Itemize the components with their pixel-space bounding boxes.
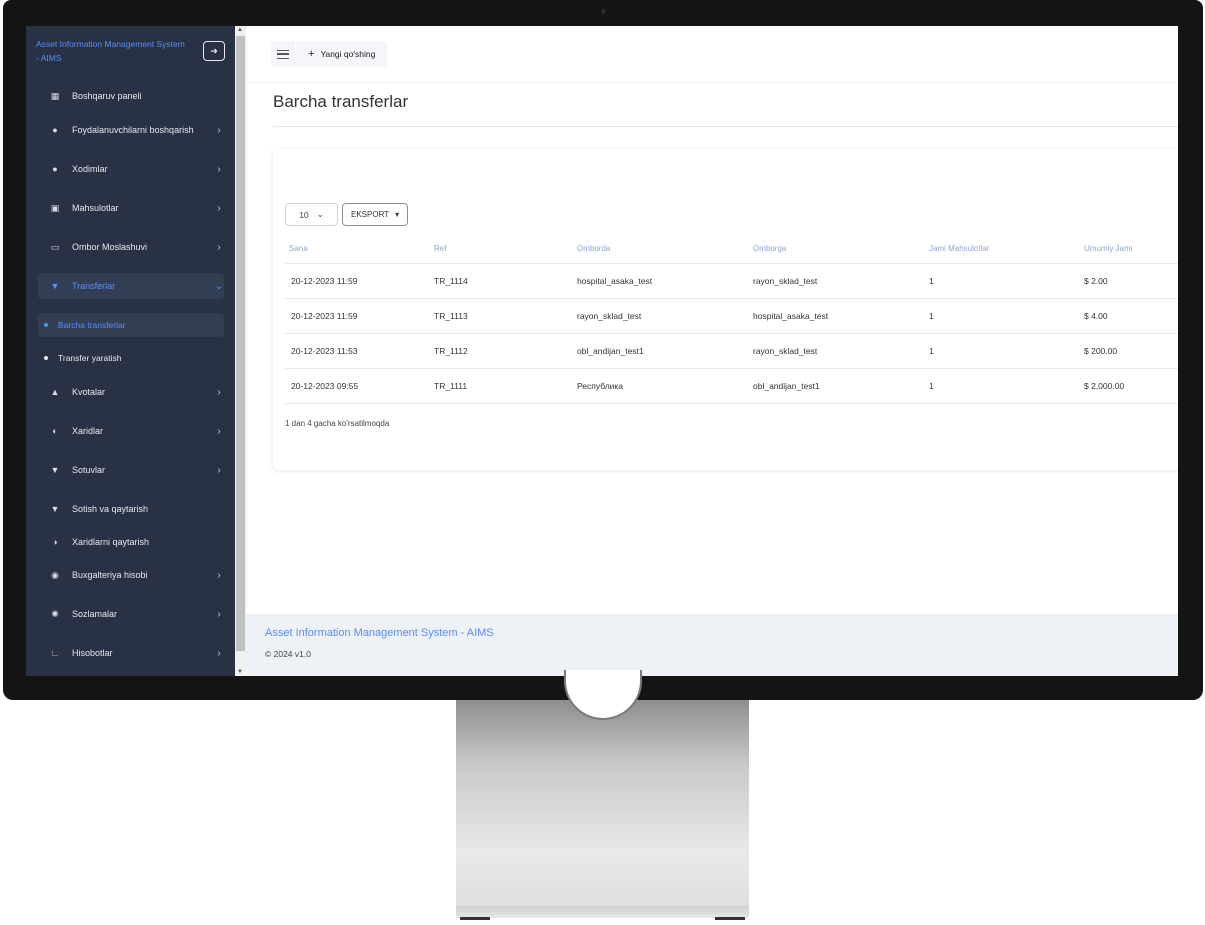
monitor-stand — [456, 670, 749, 920]
add-new-button[interactable]: + Yangi qo'shing — [296, 41, 388, 67]
table-info: 1 dan 4 gacha ko'rsatilmoqda — [285, 419, 390, 428]
chevron-right-icon: › — [217, 608, 221, 620]
footer-title: Asset Information Management System - AI… — [265, 627, 494, 639]
user-icon: ● — [52, 125, 58, 135]
sidebar-item-quotas[interactable]: ▲ Kvotalar › — [38, 379, 224, 405]
table-row[interactable]: 20-12-2023 11:59 TR_1113 rayon_sklad_tes… — [285, 299, 1178, 334]
sidebar-subitem-create-transfer[interactable]: Transfer yaratish — [38, 346, 224, 370]
bullet-icon — [44, 323, 48, 327]
footer: Asset Information Management System - AI… — [246, 614, 1178, 676]
logout-button[interactable]: ➜ — [203, 41, 225, 61]
sidebar-scrollbar[interactable]: ▲ ▼ — [235, 26, 246, 676]
transfer-icon: ▼ — [50, 281, 60, 291]
sidebar-subitem-all-transfers[interactable]: Barcha transferlar — [38, 313, 224, 337]
users-icon: ● — [52, 164, 58, 174]
table-header: Sana Ref Omborda Omborga Jami Mahsulotla… — [285, 234, 1178, 264]
camera-dot — [601, 9, 606, 14]
sidebar-item-sales[interactable]: ▼ Sotuvlar › — [38, 457, 224, 483]
sidebar-item-products[interactable]: ▣ Mahsulotlar › — [38, 195, 224, 221]
topbar: + Yangi qo'shing — [246, 26, 1178, 83]
warehouse-icon: ▭ — [50, 241, 60, 252]
stand-foot — [460, 917, 490, 920]
caret-down-icon: ▾ — [395, 210, 400, 219]
table-row[interactable]: 20-12-2023 11:59 TR_1114 hospital_asaka_… — [285, 264, 1178, 299]
divider — [273, 126, 1178, 127]
chevron-right-icon: › — [217, 464, 221, 476]
menu-toggle-button[interactable] — [271, 41, 295, 67]
scroll-up-icon[interactable]: ▲ — [237, 27, 243, 33]
sidebar-item-user-management[interactable]: ● Foydalanuvchilarni boshqarish › — [38, 117, 224, 143]
transfers-card: 10 ⌄ EKSPORT ▾ Sana Ref Omborda Omborga … — [273, 149, 1178, 470]
stand-foot — [715, 917, 745, 920]
page-size-select[interactable]: 10 ⌄ — [285, 203, 338, 226]
chevron-down-icon: ⌄ — [214, 280, 224, 292]
sidebar-item-warehouse-adjustment[interactable]: ▭ Ombor Moslashuvi › — [38, 234, 224, 260]
hamburger-icon — [277, 49, 289, 59]
chevron-right-icon: › — [217, 386, 221, 398]
column-header-from-warehouse[interactable]: Omborda — [571, 244, 747, 253]
quota-icon: ▲ — [50, 387, 60, 397]
screen: Asset Information Management System - AI… — [26, 26, 1178, 676]
sales-icon: ▼ — [50, 465, 60, 475]
dashboard-icon: ▦ — [50, 90, 60, 101]
purchase-return-icon: ◑ — [52, 537, 58, 547]
footer-version: © 2024 v1.0 — [265, 649, 311, 659]
sidebar-item-transfers[interactable]: ▼ Transferlar ⌄ — [38, 273, 224, 299]
sidebar-item-sales-returns[interactable]: ▼ Sotish va qaytarish — [38, 496, 224, 522]
chevron-right-icon: › — [217, 163, 221, 175]
box-icon: ▣ — [50, 202, 60, 213]
column-header-grand-total[interactable]: Umumiy Jami — [1078, 244, 1178, 253]
scroll-down-icon[interactable]: ▼ — [237, 669, 243, 675]
transfers-table: Sana Ref Omborda Omborga Jami Mahsulotla… — [285, 234, 1178, 404]
table-row[interactable]: 20-12-2023 09:55 TR_1111 Республика obl_… — [285, 369, 1178, 404]
page-title: Barcha transferlar — [273, 92, 409, 111]
stand-hole — [564, 670, 642, 720]
sidebar-item-employees[interactable]: ● Xodimlar › — [38, 156, 224, 182]
purchase-icon: ◐ — [52, 426, 58, 436]
bullet-icon — [44, 356, 48, 360]
sidebar-item-settings[interactable]: ✺ Sozlamalar › — [38, 601, 224, 627]
logout-icon: ➜ — [210, 45, 218, 56]
sidebar-item-accounting[interactable]: ◉ Buxgalteriya hisobi › — [38, 562, 224, 588]
monitor-frame: Asset Information Management System - AI… — [3, 0, 1203, 700]
chevron-right-icon: › — [217, 124, 221, 136]
sidebar-item-purchases[interactable]: ◐ Xaridlar › — [38, 418, 224, 444]
chevron-right-icon: › — [217, 569, 221, 581]
table-row[interactable]: 20-12-2023 11:53 TR_1112 obl_andijan_tes… — [285, 334, 1178, 369]
column-header-ref[interactable]: Ref — [428, 244, 571, 253]
sidebar-item-purchase-returns[interactable]: ◑ Xaridlarni qaytarish — [38, 529, 224, 555]
chevron-right-icon: › — [217, 202, 221, 214]
column-header-total-products[interactable]: Jami Mahsulotlar — [923, 244, 1078, 253]
table-controls: 10 ⌄ EKSPORT ▾ — [285, 203, 409, 226]
sidebar-item-dashboard[interactable]: ▦ Boshqaruv paneli — [38, 83, 224, 109]
chevron-down-icon: ⌄ — [316, 209, 324, 219]
sidebar: Asset Information Management System - AI… — [26, 26, 235, 676]
stand-base — [456, 906, 749, 918]
sidebar-item-reports[interactable]: ∟ Hisobotlar › — [38, 640, 224, 666]
reports-icon: ∟ — [50, 648, 60, 658]
column-header-date[interactable]: Sana — [285, 244, 428, 253]
main-content: + Yangi qo'shing Barcha transferlar 10 ⌄… — [246, 26, 1178, 676]
export-button[interactable]: EKSPORT ▾ — [342, 203, 409, 226]
plus-icon: + — [308, 48, 315, 60]
brand-title[interactable]: Asset Information Management System - AI… — [36, 37, 186, 65]
column-header-to-warehouse[interactable]: Omborga — [747, 244, 923, 253]
chevron-right-icon: › — [217, 241, 221, 253]
chevron-right-icon: › — [217, 425, 221, 437]
accounting-icon: ◉ — [51, 569, 59, 580]
chevron-right-icon: › — [217, 647, 221, 659]
sales-return-icon: ▼ — [50, 504, 60, 514]
scrollbar-thumb[interactable] — [236, 36, 245, 651]
settings-icon: ✺ — [51, 608, 59, 619]
add-new-label: Yangi qo'shing — [320, 49, 376, 59]
